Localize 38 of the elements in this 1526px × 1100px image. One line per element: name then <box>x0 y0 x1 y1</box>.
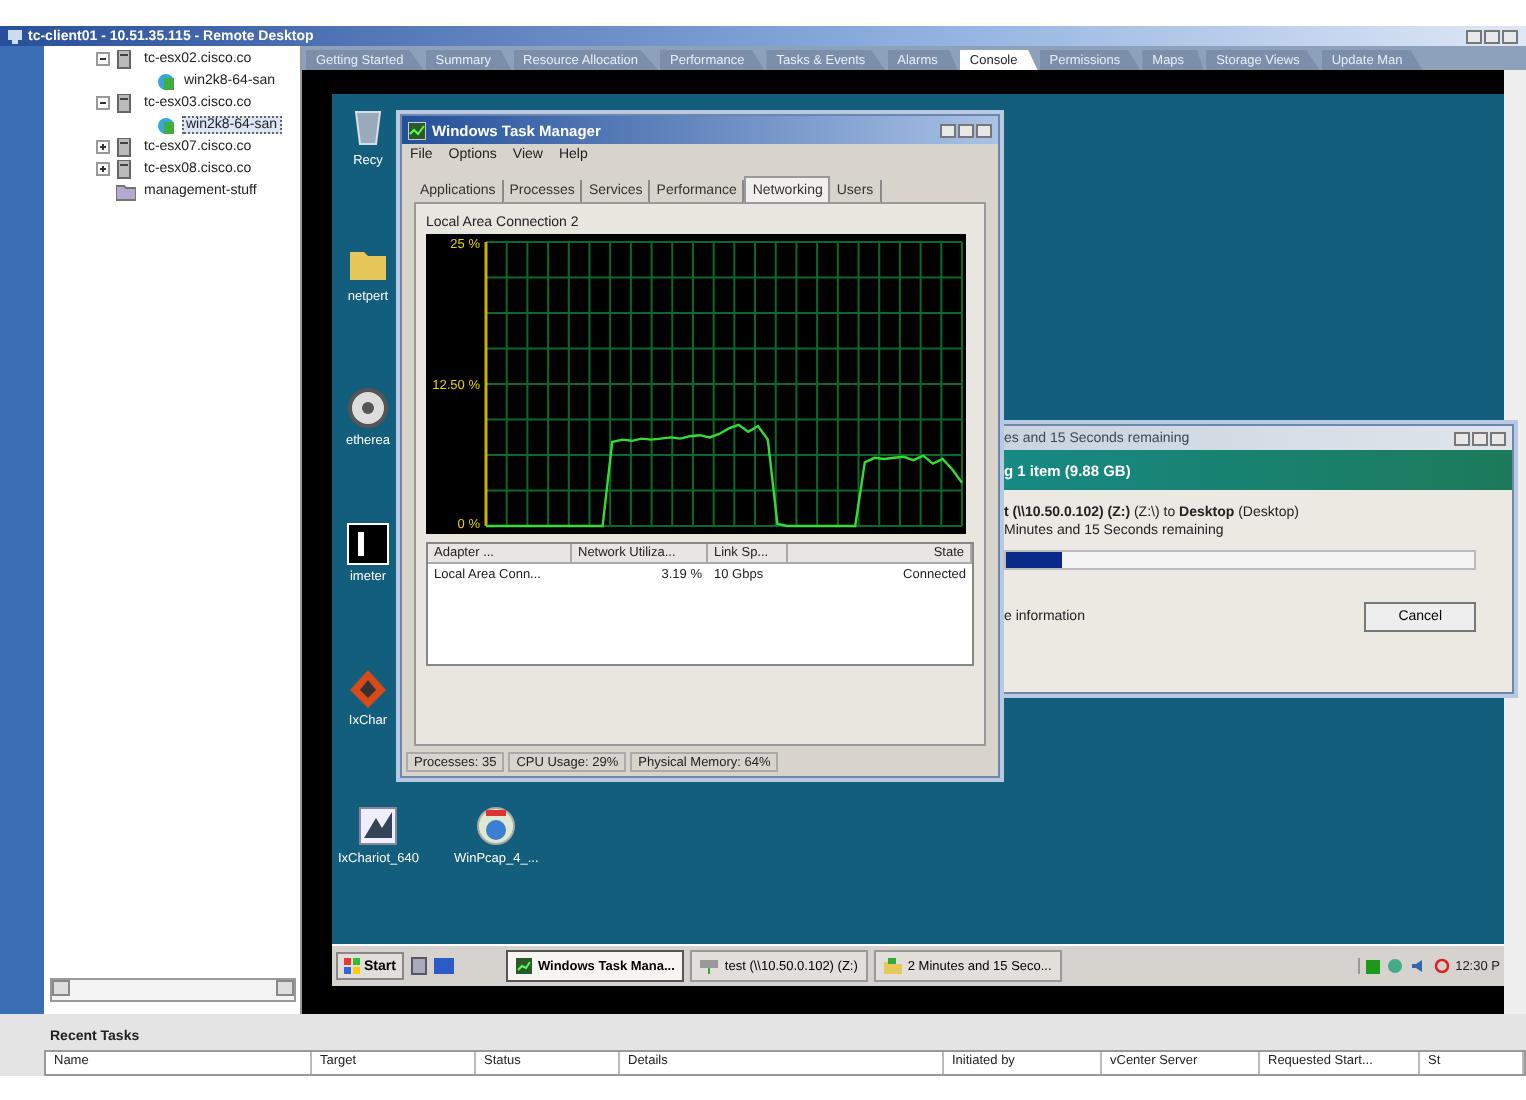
network-status-icon[interactable] <box>1365 959 1380 973</box>
task-manager-icon <box>408 121 426 139</box>
speaker-icon[interactable] <box>1409 958 1428 974</box>
server-manager-icon[interactable] <box>409 956 428 976</box>
close-button[interactable] <box>1490 431 1506 445</box>
vm-icon <box>156 71 176 91</box>
minimize-button[interactable] <box>1454 431 1470 445</box>
chart-app-icon[interactable] <box>356 804 401 848</box>
vm-icon <box>156 115 176 135</box>
server-icon <box>116 49 136 69</box>
chart-window-icon <box>515 958 532 974</box>
minimize-button[interactable] <box>940 123 956 137</box>
close-button[interactable] <box>976 123 992 137</box>
app-tile-icon[interactable] <box>346 522 390 566</box>
server-icon <box>116 93 136 113</box>
maximize-button[interactable] <box>1472 431 1488 445</box>
windows-logo-icon <box>344 958 360 974</box>
horizontal-scrollbar[interactable] <box>50 978 296 1002</box>
maximize-button[interactable] <box>958 123 974 137</box>
copy-folder-icon <box>883 958 902 974</box>
maximize-button[interactable] <box>1484 29 1500 43</box>
no-entry-icon[interactable] <box>1433 958 1450 974</box>
console-icon[interactable] <box>433 958 454 974</box>
expand-icon[interactable] <box>96 162 110 176</box>
diamond-app-icon[interactable] <box>346 666 390 710</box>
collapse-icon[interactable] <box>96 52 110 66</box>
server-icon <box>116 159 136 179</box>
collapse-icon[interactable] <box>96 96 110 110</box>
monitor-icon <box>8 29 22 43</box>
minimize-button[interactable] <box>1466 29 1482 43</box>
expand-icon[interactable] <box>96 140 110 154</box>
folder-icon <box>116 181 136 201</box>
network-icon[interactable] <box>1385 958 1404 974</box>
globe-icon[interactable] <box>474 804 519 848</box>
disc-icon[interactable] <box>346 386 390 430</box>
close-button[interactable] <box>1502 29 1518 43</box>
server-icon <box>116 137 136 157</box>
network-drive-icon <box>700 958 719 974</box>
